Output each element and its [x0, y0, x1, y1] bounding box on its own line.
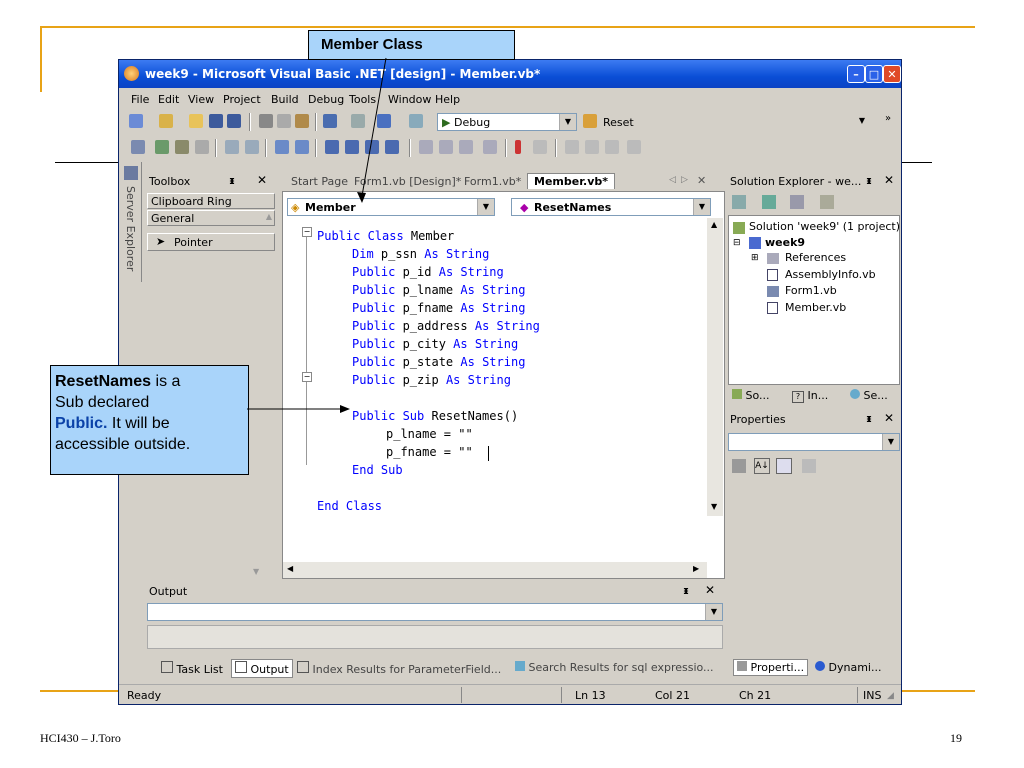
callout-arrows: [247, 57, 387, 413]
member-class-arrowhead: [357, 192, 366, 203]
reset-names-arrowhead: [340, 405, 350, 413]
member-class-arrow: [361, 57, 387, 197]
